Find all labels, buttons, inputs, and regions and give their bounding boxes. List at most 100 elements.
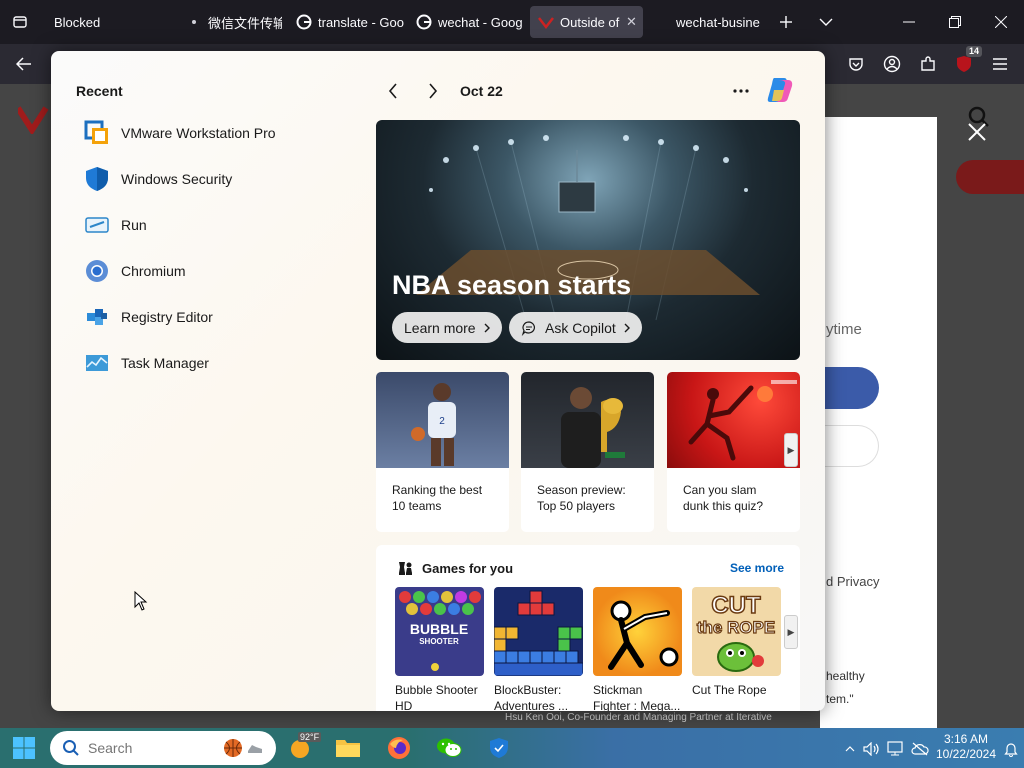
game-art-text: BUBBLE	[410, 621, 468, 637]
tab-overview-button[interactable]	[0, 0, 40, 44]
tab-label: 微信文件传输	[208, 15, 282, 31]
modal-text: ytime	[826, 321, 862, 338]
modal-close-button[interactable]	[962, 117, 992, 147]
quote-text: healthy	[826, 669, 865, 683]
feed-prev-button[interactable]	[381, 79, 405, 103]
clock-date: 10/22/2024	[935, 747, 997, 761]
app-label: Chromium	[121, 263, 186, 279]
game-tile[interactable]: BlockBuster: Adventures ...	[494, 587, 583, 711]
account-button[interactable]	[880, 52, 904, 76]
site-icon	[538, 14, 554, 30]
restore-button[interactable]	[932, 0, 978, 44]
hero-card[interactable]: NBA season starts Learn more Ask Copilot	[376, 120, 800, 360]
cloud-offline-icon	[911, 742, 929, 756]
network-button[interactable]	[887, 740, 905, 758]
ask-copilot-button[interactable]: Ask Copilot	[509, 312, 642, 343]
file-explorer-button[interactable]	[334, 734, 362, 762]
recent-app-task-manager[interactable]: Task Manager	[81, 343, 361, 383]
news-scroll-right-button[interactable]: ▶	[784, 433, 798, 467]
news-card[interactable]: Can you slam dunk this quiz?	[667, 372, 800, 532]
recent-app-registry-editor[interactable]: Registry Editor	[81, 297, 361, 337]
more-options-button[interactable]	[729, 79, 753, 103]
news-card[interactable]: 2 Ranking the best 10 teams	[376, 372, 509, 532]
modal-secondary-button[interactable]	[820, 425, 879, 467]
learn-more-button[interactable]: Learn more	[392, 312, 502, 343]
privacy-link[interactable]: d Privacy	[826, 574, 879, 589]
tab-outside-of[interactable]: Outside of t ✕	[530, 6, 643, 38]
new-tab-button[interactable]	[764, 0, 808, 44]
menu-button[interactable]	[988, 52, 1012, 76]
copilot-icon	[767, 78, 793, 102]
windows-security-taskbar-button[interactable]	[485, 734, 513, 762]
tab-wechat-file[interactable]: 微信文件传输	[178, 6, 282, 38]
recent-app-vmware[interactable]: VMware Workstation Pro	[81, 113, 361, 153]
weather-widget[interactable]: 92°F	[286, 732, 322, 762]
ublock-button[interactable]: 14	[952, 46, 982, 76]
recent-app-windows-security[interactable]: Windows Security	[81, 159, 361, 199]
copilot-button[interactable]	[763, 73, 797, 107]
game-tile[interactable]: CUT the ROPE Cut The Rope	[692, 587, 781, 698]
subscribe-button[interactable]	[956, 160, 1024, 194]
mouse-cursor-icon	[134, 591, 148, 611]
caret-right-icon: ▶	[787, 626, 795, 637]
show-hidden-icons-button[interactable]	[841, 740, 859, 758]
tab-label: translate - Goo	[318, 14, 404, 30]
games-scroll-right-button[interactable]: ▶	[784, 615, 798, 649]
game-tile[interactable]: BUBBLE SHOOTER Bubble Shooter HD	[395, 587, 484, 711]
extensions-button[interactable]	[916, 52, 940, 76]
tab-label: wechat-busine	[676, 14, 760, 30]
close-tab-icon[interactable]: ✕	[626, 14, 637, 30]
game-image	[494, 587, 583, 676]
clock-time: 3:16 AM	[943, 732, 989, 746]
puzzle-icon	[921, 56, 935, 71]
game-image: CUT the ROPE	[692, 587, 781, 676]
tab-wechat-business[interactable]: wechat-busine	[668, 6, 760, 38]
close-window-button[interactable]	[978, 0, 1024, 44]
speaker-icon	[863, 742, 879, 756]
taskbar: 92°F 3:16 AM 10/22/2024	[0, 728, 1024, 768]
onedrive-button[interactable]	[911, 740, 929, 758]
firefox-icon	[388, 737, 410, 759]
app-label: VMware Workstation Pro	[121, 125, 276, 141]
shield-icon	[81, 163, 113, 195]
basketball-icon	[224, 739, 242, 757]
firefox-button[interactable]	[385, 734, 413, 762]
app-label: Task Manager	[121, 355, 209, 371]
wechat-button[interactable]	[435, 734, 463, 762]
recent-app-chromium[interactable]: Chromium	[81, 251, 361, 291]
notifications-button[interactable]	[1002, 740, 1020, 758]
weather-temp: 92°F	[298, 732, 322, 742]
list-tabs-button[interactable]	[804, 0, 848, 44]
modal-primary-button[interactable]	[820, 367, 879, 409]
back-button[interactable]	[12, 52, 36, 76]
chevron-up-icon	[845, 746, 855, 752]
news-image	[521, 372, 654, 468]
taskbar-search-box[interactable]	[50, 731, 276, 765]
recent-app-run[interactable]: Run	[81, 205, 361, 245]
game-tile[interactable]: Stickman Fighter : Mega...	[593, 587, 682, 711]
network-monitor-icon	[887, 741, 903, 756]
tab-wechat-google[interactable]: wechat - Goog	[408, 6, 524, 38]
tab-blocked[interactable]: Blocked	[46, 6, 164, 38]
pocket-button[interactable]	[844, 52, 868, 76]
see-more-link[interactable]: See more	[730, 561, 784, 575]
game-name: Cut The Rope	[692, 683, 767, 697]
news-caption: 10 teams	[392, 499, 442, 513]
system-clock[interactable]: 3:16 AM 10/22/2024	[930, 732, 1002, 762]
feed-next-button[interactable]	[421, 79, 445, 103]
volume-button[interactable]	[863, 740, 881, 758]
game-image: BUBBLE SHOOTER	[395, 587, 484, 676]
start-button[interactable]	[12, 736, 36, 760]
minimize-button[interactable]	[886, 0, 932, 44]
game-name: Adventures ...	[494, 699, 569, 711]
tab-translate[interactable]: translate - Goo	[288, 6, 404, 38]
news-card[interactable]: Season preview: Top 50 players	[521, 372, 654, 532]
hamburger-icon	[993, 58, 1007, 70]
game-art-text: the ROPE	[697, 618, 775, 637]
plus-icon	[780, 16, 792, 28]
search-input[interactable]	[88, 740, 208, 756]
windows-logo-icon	[13, 737, 35, 759]
sneaker-icon	[248, 745, 262, 753]
search-icon	[63, 740, 79, 756]
game-name: Stickman	[593, 683, 643, 697]
